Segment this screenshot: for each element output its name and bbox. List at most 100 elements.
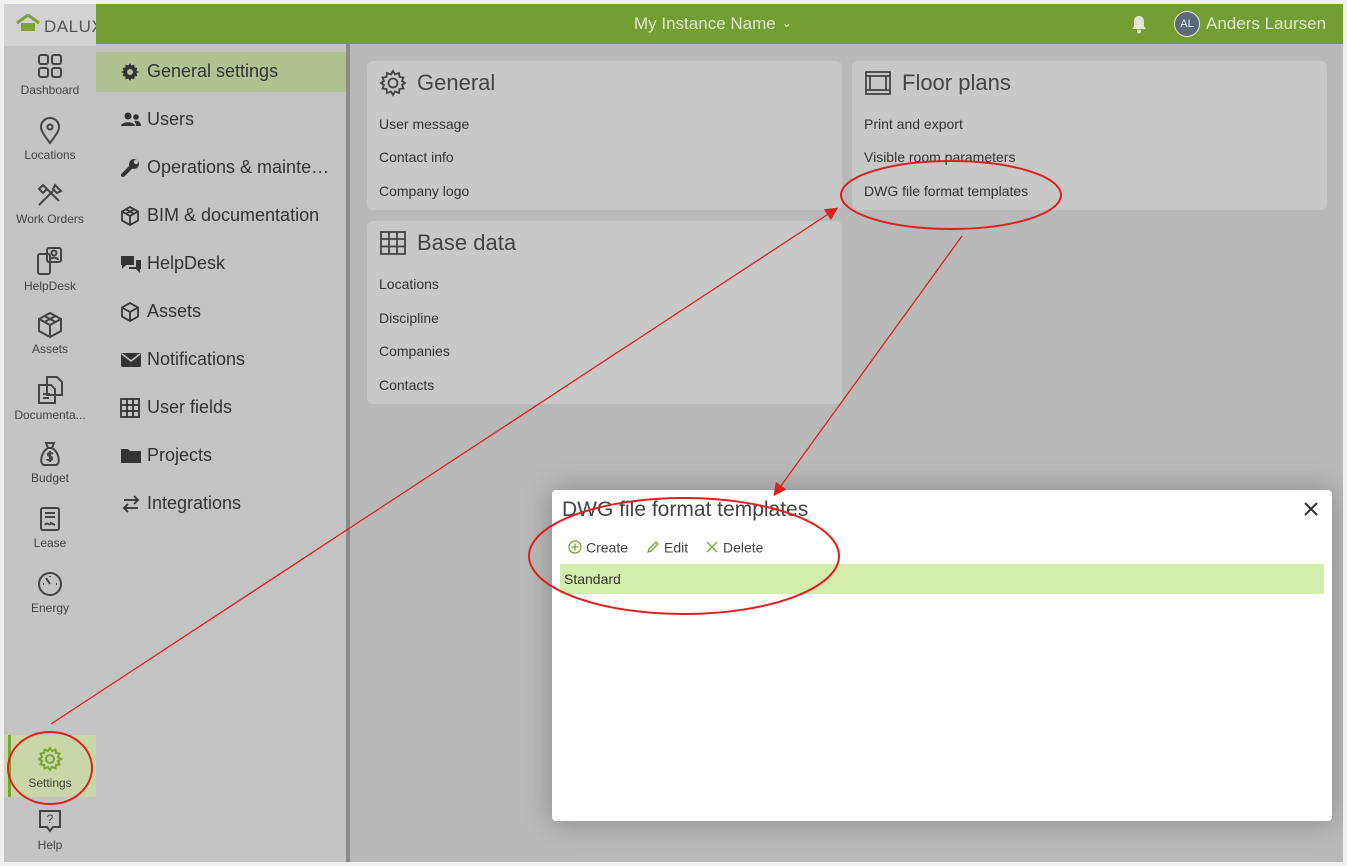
avatar[interactable]: AL [1174, 11, 1200, 37]
rail-item-settings[interactable]: Settings [4, 735, 96, 797]
x-icon [706, 541, 718, 553]
create-label: Create [586, 539, 629, 556]
box-icon [121, 302, 139, 322]
pencil-icon [646, 541, 659, 554]
menu-divider [346, 44, 350, 862]
brand-name: DALUX [44, 17, 104, 36]
logo[interactable]: DALUX [4, 4, 103, 46]
rail-item-lease[interactable]: Lease [4, 505, 96, 567]
rail-item-help[interactable]: ? Help [4, 807, 96, 862]
money-bag-icon [40, 442, 60, 466]
rail-item-dashboard[interactable]: Dashboard [4, 52, 96, 114]
menu-item-general-settings[interactable]: General settings [96, 52, 346, 92]
link-print-and-export[interactable]: Print and export [864, 116, 963, 132]
rail-label: Work Orders [16, 212, 84, 226]
rail-label: HelpDesk [23, 279, 77, 293]
grid-icon [38, 54, 62, 78]
rail-label: Documenta... [14, 408, 86, 422]
dwg-templates-dialog: DWG file format templates Create Edit De… [552, 490, 1332, 821]
table-icon [120, 398, 140, 418]
menu-item-bim[interactable]: BIM & documentation [96, 196, 346, 236]
help-icon: ? [39, 810, 61, 833]
menu-item-label: Assets [147, 301, 202, 321]
rail-item-work-orders[interactable]: Work Orders [4, 181, 96, 243]
rail-item-budget[interactable]: Budget [4, 440, 96, 502]
users-icon [121, 112, 141, 126]
card-title: General [379, 69, 495, 98]
card-general: General User message Contact info Compan… [367, 61, 842, 210]
menu-item-user-fields[interactable]: User fields [96, 388, 346, 428]
dialog-title: DWG file format templates [562, 498, 809, 521]
menu-item-label: User fields [147, 397, 233, 417]
rail-item-helpdesk[interactable]: HelpDesk [4, 246, 96, 308]
rail-label: Settings [28, 776, 72, 790]
nav-rail: DALUX Dashboard Locations Work Orders He… [4, 4, 103, 862]
create-button[interactable]: Create [568, 538, 628, 555]
plus-circle-icon [568, 540, 582, 554]
menu-item-projects[interactable]: Projects [96, 436, 346, 476]
link-dwg-file-format-templates[interactable]: DWG file format templates [864, 183, 1028, 199]
active-indicator [8, 735, 11, 797]
floor-plan-icon [865, 71, 891, 96]
contract-icon [40, 507, 60, 531]
map-pin-icon [39, 117, 61, 145]
link-locations[interactable]: Locations [379, 276, 439, 292]
folder-icon [121, 449, 141, 463]
menu-item-label: General settings [147, 61, 279, 81]
link-discipline[interactable]: Discipline [379, 310, 439, 326]
menu-item-operations[interactable]: Operations & mainten... [96, 148, 346, 188]
rail-item-documentation[interactable]: Documenta... [4, 375, 96, 437]
chevron-down-icon: ⌄ [781, 16, 792, 30]
link-companies[interactable]: Companies [379, 343, 450, 359]
card-title-text: Floor plans [902, 70, 1011, 96]
cube-icon [121, 206, 139, 226]
top-bar: My Instance Name ⌄ AL Anders Laursen [96, 4, 1343, 44]
link-user-message[interactable]: User message [379, 116, 469, 132]
menu-item-label: HelpDesk [147, 253, 226, 273]
link-company-logo[interactable]: Company logo [379, 183, 469, 199]
card-floor-plans: Floor plans Print and export Visible roo… [852, 61, 1327, 210]
menu-item-integrations[interactable]: Integrations [96, 484, 346, 524]
rail-item-energy[interactable]: Energy [4, 570, 96, 632]
edit-button[interactable]: Edit [646, 538, 688, 555]
table-icon [380, 231, 406, 256]
instance-name: My Instance Name [634, 14, 776, 33]
card-base-data: Base data Locations Discipline Companies… [367, 221, 842, 404]
menu-item-assets[interactable]: Assets [96, 292, 346, 332]
instance-selector[interactable]: My Instance Name ⌄ [634, 14, 792, 34]
menu-item-users[interactable]: Users [96, 100, 346, 140]
documents-icon [38, 376, 63, 404]
list-item[interactable]: Standard [560, 564, 1324, 594]
link-visible-room-parameters[interactable]: Visible room parameters [864, 149, 1015, 165]
rail-label: Help [37, 838, 63, 852]
wrench-icon [121, 159, 139, 177]
menu-item-helpdesk[interactable]: HelpDesk [96, 244, 346, 284]
rail-item-locations[interactable]: Locations [4, 117, 96, 179]
delete-button[interactable]: Delete [705, 538, 763, 555]
link-contacts[interactable]: Contacts [379, 377, 434, 393]
card-title: Floor plans [864, 69, 1011, 96]
list-item-label: Standard [564, 571, 621, 587]
arrows-icon [122, 495, 140, 513]
user-name[interactable]: Anders Laursen [1206, 14, 1326, 34]
edit-label: Edit [664, 539, 689, 556]
link-contact-info[interactable]: Contact info [379, 149, 454, 165]
card-title: Base data [379, 229, 516, 256]
rail-label: Energy [30, 601, 70, 615]
rail-label: Dashboard [20, 83, 80, 97]
rail-label: Assets [31, 342, 68, 356]
menu-item-label: BIM & documentation [147, 205, 320, 225]
gauge-icon [38, 572, 62, 596]
gear-icon [37, 746, 63, 772]
svg-text:?: ? [47, 812, 54, 826]
rail-item-assets[interactable]: Assets [4, 311, 96, 373]
chat-icon [121, 256, 141, 273]
settings-menu: General settings Users Operations & main… [96, 44, 346, 862]
bell-icon[interactable] [1129, 14, 1149, 34]
rail-label: Budget [30, 471, 70, 485]
close-icon[interactable] [1302, 500, 1320, 518]
menu-item-notifications[interactable]: Notifications [96, 340, 346, 380]
house-logo-icon [16, 14, 40, 31]
menu-item-label: Notifications [147, 349, 246, 369]
menu-item-label: Projects [147, 445, 213, 465]
